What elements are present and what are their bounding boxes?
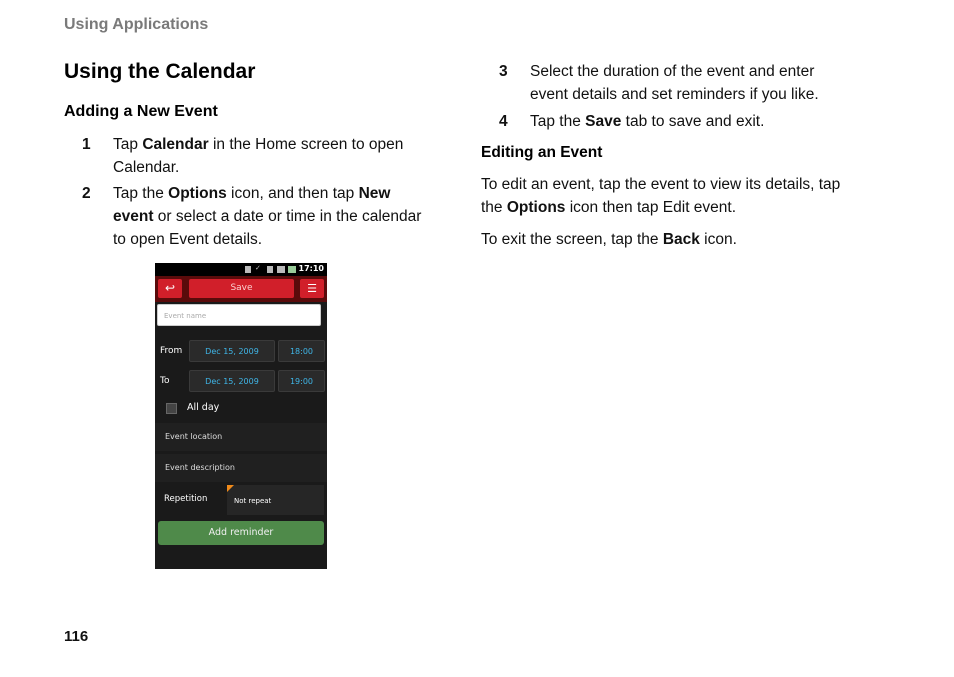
para-text: the (481, 199, 507, 216)
event-name-input[interactable]: Event name (157, 304, 321, 326)
back-button[interactable]: ↩ (158, 279, 182, 298)
para-text: icon then tap Edit event. (565, 199, 737, 216)
running-header: Using Applications (64, 16, 209, 33)
repetition-label: Repetition (164, 494, 208, 504)
event-description-field[interactable]: Event description (165, 463, 235, 472)
step-bold-term: New (358, 185, 391, 202)
signal-icon (277, 266, 285, 273)
para-bold-term: Options (506, 199, 566, 216)
section-heading-adding: Adding a New Event (64, 103, 218, 120)
para-text: To exit the screen, tap the (481, 231, 663, 248)
step-bold-term: Options (168, 185, 227, 202)
step-number: 2 (82, 185, 91, 202)
event-title-bar: ↩ Save ☰ (155, 276, 327, 302)
status-time: 17:10 (298, 264, 324, 273)
missed-call-icon: ✓ (255, 264, 261, 272)
to-label: To (160, 376, 170, 386)
step-text: icon, and then tap (226, 185, 359, 202)
para-text: icon. (699, 231, 737, 248)
repetition-value: Not repeat (234, 497, 272, 505)
step-bold-term: event (113, 208, 154, 225)
step-text: in the Home screen to open (208, 136, 404, 153)
save-button[interactable]: Save (189, 279, 294, 298)
step-text: Tap the (530, 113, 586, 130)
status-bar: ✓ 17:10 (155, 263, 327, 276)
step-number: 3 (499, 63, 508, 80)
step-3: 3 Select the duration of the event and e… (499, 60, 879, 106)
step-4: 4 Tap the Save tab to save and exit. (499, 110, 879, 133)
list-icon: ☰ (307, 282, 317, 295)
step-1: 1 Tap Calendar in the Home screen to ope… (82, 133, 442, 179)
exit-paragraph: To exit the screen, tap the Back icon. (481, 228, 881, 251)
battery-icon (288, 266, 296, 273)
edit-paragraph: To edit an event, tap the event to view … (481, 173, 881, 219)
from-time-field[interactable]: 18:00 (278, 340, 325, 362)
sd-card-icon (245, 266, 251, 273)
notification-icon (267, 266, 273, 273)
section-heading-editing: Editing an Event (481, 144, 603, 161)
step-2: 2 Tap the Options icon, and then tap New… (82, 182, 442, 251)
dropdown-corner-icon (227, 485, 234, 492)
all-day-checkbox[interactable] (166, 403, 177, 414)
para-bold-term: Back (662, 231, 700, 248)
step-number: 1 (82, 136, 91, 153)
from-date-field[interactable]: Dec 15, 2009 (189, 340, 275, 362)
step-number: 4 (499, 113, 508, 130)
step-text: event details and set reminders if you l… (530, 86, 819, 103)
step-text: Select the duration of the event and ent… (530, 63, 815, 80)
back-arrow-icon: ↩ (164, 281, 176, 295)
from-label: From (160, 346, 183, 356)
step-text: Tap the (113, 185, 169, 202)
step-text: to open Event details. (113, 231, 263, 248)
step-text: tab to save and exit. (621, 113, 765, 130)
to-time-field[interactable]: 19:00 (278, 370, 325, 392)
add-reminder-button[interactable]: Add reminder (158, 521, 324, 545)
menu-button[interactable]: ☰ (300, 279, 324, 298)
page-number: 116 (64, 628, 89, 645)
step-text: Calendar. (113, 159, 180, 176)
all-day-label: All day (187, 402, 220, 413)
para-text: To edit an event, tap the event to view … (481, 176, 841, 193)
page-title: Using the Calendar (64, 60, 256, 83)
step-bold-term: Calendar (142, 136, 209, 153)
to-date-field[interactable]: Dec 15, 2009 (189, 370, 275, 392)
step-bold-term: Save (585, 113, 622, 130)
step-text: or select a date or time in the calendar (153, 208, 422, 225)
step-text: Tap (113, 136, 143, 153)
phone-screenshot: ✓ 17:10 ↩ Save ☰ Event name From Dec 15,… (155, 263, 327, 569)
event-location-field[interactable]: Event location (165, 432, 222, 441)
